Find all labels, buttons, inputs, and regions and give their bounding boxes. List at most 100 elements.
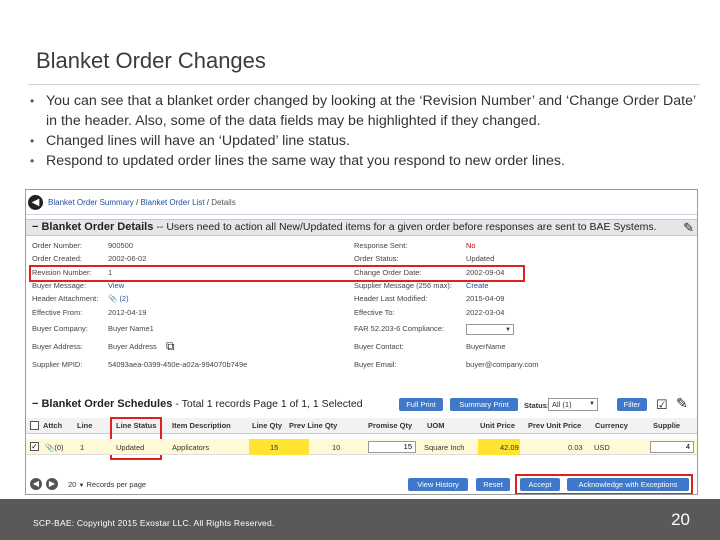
chevron-down-icon: ▼ [589,401,595,407]
chevron-down-icon[interactable]: ▼ [78,483,84,489]
bullet-marker: • [30,134,35,148]
buyer-message-link[interactable]: View [108,281,124,290]
bullet-marker: • [30,154,35,168]
chevron-down-icon: ▼ [505,327,511,333]
col-promise-qty[interactable]: Promise Qty [368,421,412,430]
records-per-page: 20 ▼ Records per page [68,480,146,489]
details-section-header[interactable]: − Blanket Order Details -- Users need to… [26,219,697,236]
detail-label: Order Number: [32,241,83,250]
revision-highlight-box [29,265,525,282]
paperclip-icon: 📎 [45,443,55,452]
prev-line-qty-cell: 10 [332,443,341,452]
back-arrow-icon[interactable]: ◀ [28,195,43,210]
copyright-text: SCP-BAE: Copyright 2015 Exostar LLC. All… [33,518,275,528]
page-number: 20 [671,510,690,529]
breadcrumb-link-summary[interactable]: Blanket Order Summary [48,198,134,207]
status-value: All (1) [552,400,572,409]
status-label: Status: [524,401,550,410]
detail-value: buyer@company.com [466,360,539,369]
bullet-text: You can see that a blanket order changed… [46,93,696,129]
detail-label: Order Status: [354,254,399,263]
line-qty-cell: 15 [270,443,279,452]
detail-label: Buyer Email: [354,360,397,369]
col-supplier[interactable]: Supplie [653,421,680,430]
slide-footer: SCP-BAE: Copyright 2015 Exostar LLC. All… [0,499,720,540]
attachment-cell[interactable]: 📎(0) [45,443,64,452]
col-line-qty[interactable]: Line Qty [252,421,282,430]
bullet-item: • You can see that a blanket order change… [28,91,708,131]
detail-value: Buyer Name1 [108,324,154,333]
bullet-text: Changed lines will have an ‘Updated’ lin… [46,133,350,149]
action-buttons-highlight-box [515,474,693,494]
select-all-checkbox[interactable] [30,421,39,430]
bullet-text: Respond to updated order lines the same … [46,153,565,169]
detail-label: Effective To: [354,308,395,317]
attachment-count: (0) [54,443,64,452]
detail-value: 2015-04-09 [466,294,505,303]
records-per-page-label: Records per page [86,480,147,489]
prev-page-icon[interactable]: ◀ [30,478,42,490]
schedules-title: − Blanket Order Schedules - Total 1 reco… [32,398,363,410]
schedules-subtitle: - Total 1 records Page 1 of 1, 1 Selecte… [175,398,363,410]
line-cell: 1 [80,443,85,452]
summary-print-button[interactable]: Summary Print [450,398,518,411]
detail-label: FAR 52.203-6 Compliance: [354,324,445,333]
detail-value: BuyerName [466,342,506,351]
view-history-button[interactable]: View History [408,478,468,491]
attachment-count: (2) [119,294,129,303]
select-all-icon[interactable]: ☑ [656,397,668,413]
detail-label: Buyer Message: [32,281,87,290]
status-dropdown[interactable]: All (1) ▼ [548,398,598,411]
promise-qty-input[interactable]: 15 [368,441,416,453]
detail-label: Buyer Company: [32,324,88,333]
slide: Blanket Order Changes • You can see that … [0,0,720,540]
detail-label: Buyer Address: [32,342,83,351]
col-line[interactable]: Line [77,421,92,430]
bullet-list: • You can see that a blanket order change… [28,91,708,171]
detail-label: Supplier Message (256 max): [354,281,452,290]
detail-label: Response Sent: [354,241,408,250]
detail-label: Buyer Contact: [354,342,404,351]
copy-icon[interactable]: ⧉ [166,339,180,353]
line-status-cell: Updated [116,443,145,452]
title-divider [28,84,700,85]
far-compliance-select[interactable]: ▼ [466,324,514,337]
paperclip-icon: 📎 [108,294,118,303]
bullet-marker: • [30,94,35,108]
col-uom[interactable]: UOM [427,421,445,430]
detail-value: Updated [466,254,495,263]
table-row[interactable]: ✓ 📎(0) 1 Updated Applicators 15 10 15 Sq… [26,439,697,455]
far-compliance-dropdown[interactable]: ▼ [466,324,514,335]
col-prev-line-qty[interactable]: Prev Line Qty [289,421,337,430]
edit-icon[interactable]: ✎ [683,220,694,236]
line-qty-changed-highlight [249,439,309,455]
full-print-button[interactable]: Full Print [399,398,443,411]
col-currency[interactable]: Currency [595,421,628,430]
detail-value: No [466,241,476,250]
bullet-item: • Changed lines will have an ‘Updated’ li… [28,131,708,151]
detail-label: Effective From: [32,308,83,317]
reset-button[interactable]: Reset [476,478,510,491]
edit-icon[interactable]: ✎ [676,395,688,412]
details-title-text: Blanket Order Details [41,221,154,233]
records-per-page-select[interactable]: 20 [68,480,76,489]
attachment-link[interactable]: 📎 (2) [108,294,129,303]
breadcrumb-bar: ◀ Blanket Order Summary / Blanket Order … [26,190,697,215]
breadcrumb-link-list[interactable]: Blanket Order List [141,198,205,207]
col-item-description[interactable]: Item Description [172,421,231,430]
col-unit-price[interactable]: Unit Price [480,421,515,430]
supplier-input[interactable]: 4 [650,441,694,453]
prev-unit-price-cell: 0.03 [568,443,583,452]
row-checkbox[interactable]: ✓ [30,442,39,451]
detail-value: 900500 [108,241,134,250]
supplier-message-link[interactable]: Create [466,281,489,290]
next-page-icon[interactable]: ▶ [46,478,58,490]
detail-label: Header Attachment: [32,294,99,303]
col-attch[interactable]: Attch [43,421,62,430]
detail-label: Header Last Modified: [354,294,428,303]
slide-title: Blanket Order Changes [36,48,266,73]
item-description-cell: Applicators [172,443,210,452]
filter-button[interactable]: Filter [617,398,647,411]
col-prev-unit-price[interactable]: Prev Unit Price [528,421,581,430]
uom-cell: Square Inch [424,443,465,452]
